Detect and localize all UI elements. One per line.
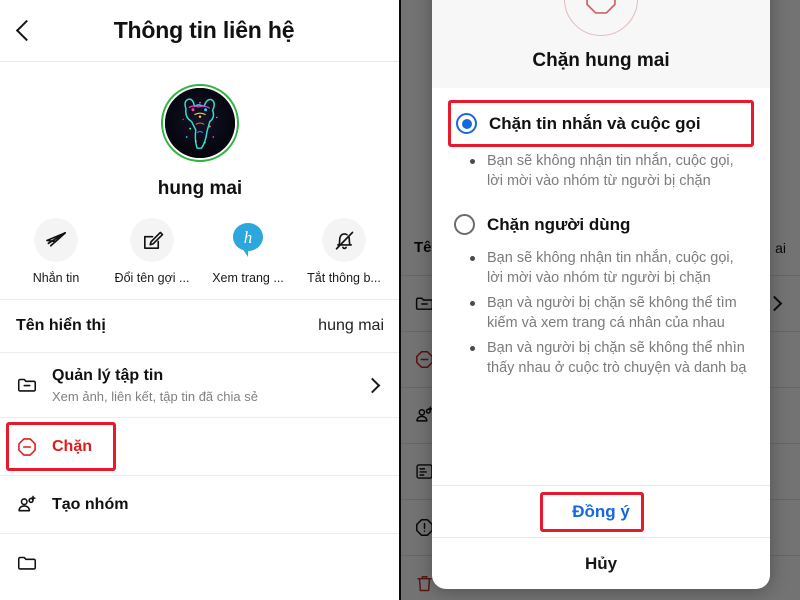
profile-header: hung mai: [0, 62, 400, 200]
list-item-partial[interactable]: [0, 534, 400, 592]
option-2-bullets: Bạn sẽ không nhận tin nhắn, cuộc gọi, lờ…: [448, 248, 754, 378]
list-item-file-manager[interactable]: Quản lý tập tin Xem ảnh, liên kết, tập t…: [0, 353, 400, 418]
dialog-actions: Đồng ý Hủy: [432, 485, 770, 589]
bullet-item: Bạn sẽ không nhận tin nhắn, cuộc gọi, lờ…: [470, 151, 748, 191]
confirm-button[interactable]: Đồng ý: [432, 485, 770, 537]
dialog-badge: [564, 0, 638, 36]
action-mute-label: Tắt thông b...: [307, 271, 381, 285]
cancel-button-label: Hủy: [584, 553, 618, 573]
radio-icon-selected: [456, 113, 477, 134]
zalo-h-logo-icon: h: [226, 218, 270, 262]
confirm-button-label: Đồng ý: [572, 501, 630, 521]
profile-name: hung mai: [157, 178, 243, 199]
option-1-bullets: Bạn sẽ không nhận tin nhắn, cuộc gọi, lờ…: [448, 151, 754, 191]
action-rename-label: Đổi tên gợi ...: [114, 271, 190, 285]
block-confirmation-dialog: Chặn hung mai Chặn tin nhắn và cuộc gọi …: [432, 0, 770, 589]
bell-off-icon: [322, 218, 366, 262]
folder-icon: [16, 552, 52, 574]
block-dialog-screen: Tê ai: [400, 0, 800, 600]
message-icon: [34, 218, 78, 262]
contact-info-screen: Thông tin liên hệ hung mai Nhắn tin Đổi …: [0, 0, 400, 600]
dialog-body: Chặn tin nhắn và cuộc gọi Bạn sẽ không n…: [432, 88, 770, 485]
option-1-wrapper: Chặn tin nhắn và cuộc gọi: [448, 100, 754, 147]
folder-minus-icon: [16, 374, 52, 396]
list-item-block-title: Chặn: [52, 437, 92, 455]
radio-option-block-messages-calls[interactable]: Chặn tin nhắn và cuộc gọi: [450, 104, 752, 143]
block-octagon-icon: [16, 436, 52, 458]
display-name-label: Tên hiển thị: [16, 317, 106, 334]
radio-option-block-user-label: Chặn người dùng: [487, 214, 631, 234]
bullet-item: Bạn và người bị chặn sẽ không thể nhìn t…: [470, 338, 748, 378]
radio-icon-unselected: [454, 214, 475, 235]
action-mute[interactable]: Tắt thông b...: [300, 218, 388, 285]
panel-divider: [399, 0, 401, 600]
chevron-right-icon: [364, 377, 381, 393]
back-button[interactable]: [0, 0, 52, 62]
action-message-label: Nhắn tin: [32, 271, 80, 285]
bullet-item: Bạn sẽ không nhận tin nhắn, cuộc gọi, lờ…: [470, 248, 748, 288]
block-octagon-icon: [586, 0, 616, 14]
dialog-title: Chặn hung mai: [532, 50, 670, 71]
radio-option-block-user[interactable]: Chặn người dùng: [448, 205, 754, 244]
bullet-item: Bạn và người bị chặn sẽ không thể tìm ki…: [470, 293, 748, 333]
list-item-file-manager-title: Quản lý tập tin: [52, 367, 164, 384]
app-bar: Thông tin liên hệ: [0, 0, 400, 62]
list-item-file-manager-subtitle: Xem ảnh, liên kết, tập tin đã chia sẻ: [52, 389, 258, 404]
list-item-create-group[interactable]: Tạo nhóm: [0, 476, 400, 534]
chevron-left-icon: [15, 19, 37, 42]
neon-dog-avatar-icon: [165, 88, 235, 158]
display-name-row[interactable]: Tên hiển thị hung mai: [0, 300, 400, 353]
avatar[interactable]: [161, 84, 239, 162]
cancel-button[interactable]: Hủy: [432, 537, 770, 589]
screenshot-root: Thông tin liên hệ hung mai Nhắn tin Đổi …: [0, 0, 800, 600]
svg-text:h: h: [244, 228, 253, 247]
action-message[interactable]: Nhắn tin: [12, 218, 100, 285]
quick-actions: Nhắn tin Đổi tên gợi ... h Xem trang ...…: [0, 200, 400, 300]
action-view-page-label: Xem trang ...: [212, 271, 284, 285]
page-title: Thông tin liên hệ: [113, 17, 295, 43]
radio-option-block-messages-calls-label: Chặn tin nhắn và cuộc gọi: [489, 113, 701, 133]
action-view-page[interactable]: h Xem trang ...: [204, 218, 292, 285]
display-name-value: hung mai: [318, 317, 384, 334]
action-rename[interactable]: Đổi tên gợi ...: [108, 218, 196, 285]
list-item-block[interactable]: Chặn: [0, 418, 400, 476]
edit-pencil-icon: [130, 218, 174, 262]
dialog-header: Chặn hung mai: [432, 0, 770, 88]
list-item-create-group-title: Tạo nhóm: [52, 495, 129, 513]
add-group-icon: [16, 494, 52, 516]
